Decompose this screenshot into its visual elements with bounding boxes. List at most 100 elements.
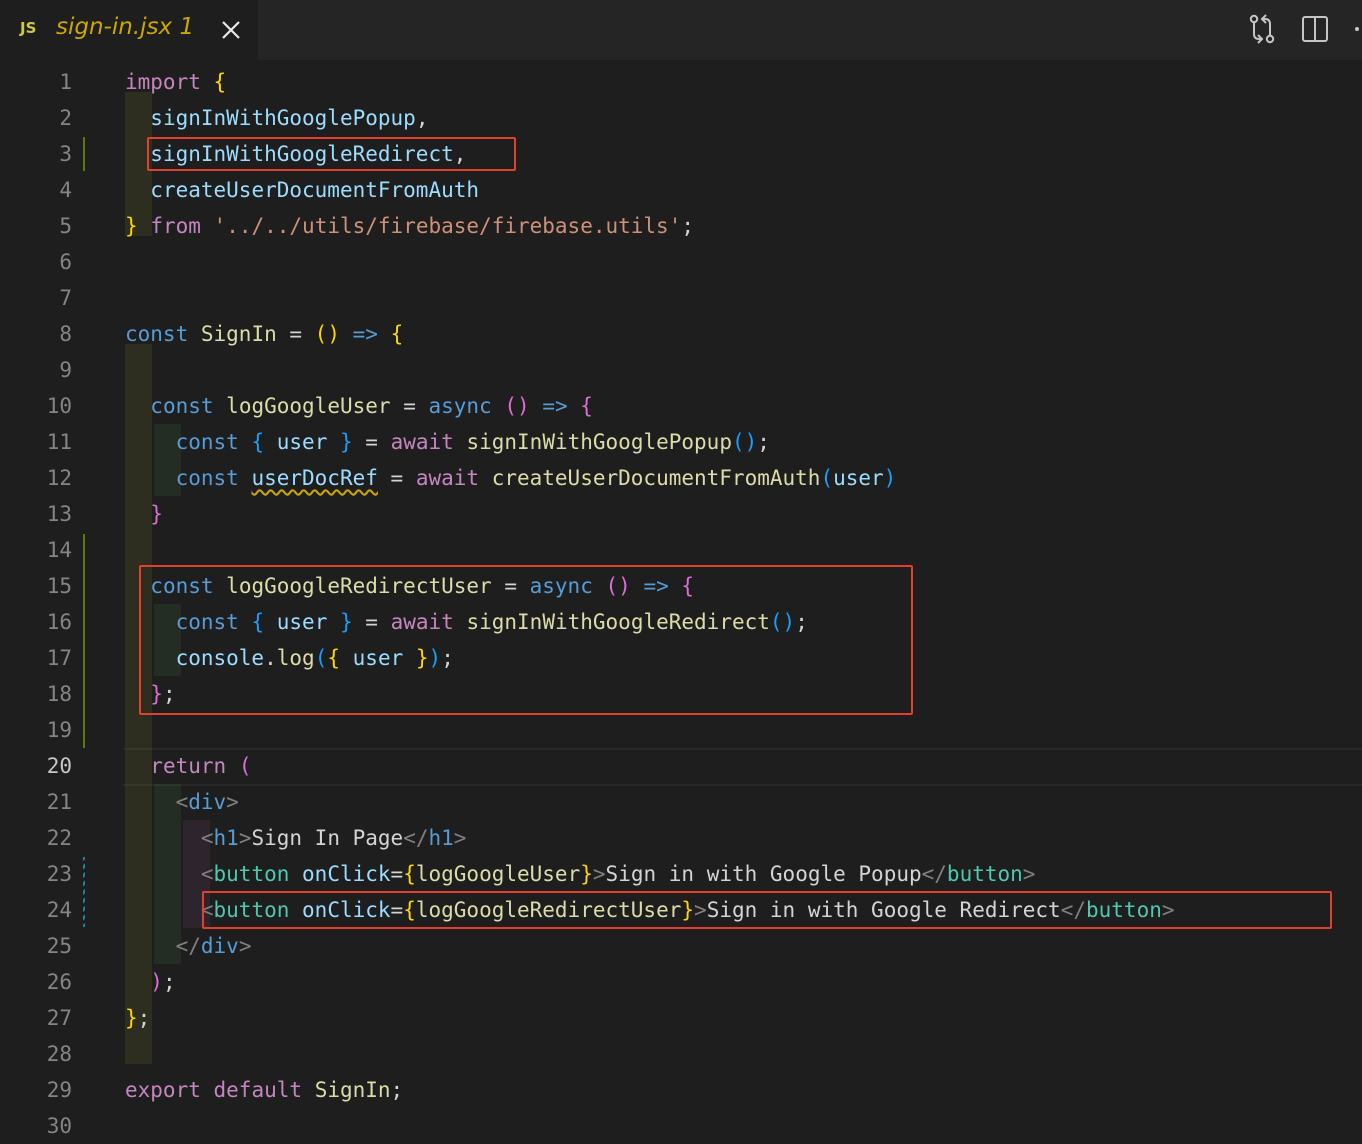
- code-token: {: [213, 70, 227, 94]
- code-line[interactable]: 6: [0, 244, 1362, 280]
- line-number: 2: [59, 106, 72, 130]
- code-token: return: [150, 754, 227, 778]
- code-token: import: [125, 70, 201, 94]
- code-line[interactable]: 2 signInWithGooglePopup,: [0, 100, 1362, 136]
- line-number: 25: [46, 934, 72, 958]
- code-line[interactable]: 4 createUserDocumentFromAuth: [0, 172, 1362, 208]
- code-line[interactable]: 25 </div>: [0, 928, 1362, 964]
- code-token: signInWithGooglePopup: [466, 430, 732, 454]
- code-line[interactable]: 23 <button onClick={logGoogleUser}>Sign …: [0, 856, 1362, 892]
- code-token: SignIn: [200, 322, 277, 346]
- code-line[interactable]: 27};: [0, 1000, 1362, 1036]
- code-line[interactable]: 7: [0, 280, 1362, 316]
- line-number: 3: [59, 142, 72, 166]
- code-text: } from '../../utils/firebase/firebase.ut…: [125, 208, 694, 244]
- line-number: 12: [46, 466, 72, 490]
- tab-sign-in-jsx[interactable]: JS sign-in.jsx 1: [0, 0, 258, 60]
- code-line[interactable]: 30: [0, 1108, 1362, 1144]
- line-number: 20: [46, 754, 72, 778]
- code-token: {: [251, 430, 265, 454]
- code-token: {: [580, 394, 593, 418]
- code-token: ): [883, 466, 897, 490]
- code-token: logGoogleUser: [226, 394, 391, 418]
- code-line[interactable]: 1 import {: [0, 64, 1362, 100]
- code-token: }: [340, 430, 353, 454]
- code-line[interactable]: 9: [0, 352, 1362, 388]
- code-token: h1: [213, 826, 239, 850]
- code-token: Sign in with Google Popup: [605, 862, 922, 886]
- code-line[interactable]: 12 const userDocRef = await createUserDo…: [0, 460, 1362, 496]
- code-token: await: [415, 466, 480, 490]
- code-token: div: [200, 934, 239, 958]
- code-token: <: [200, 862, 214, 886]
- code-token: <: [175, 790, 189, 814]
- tab-filename: sign-in.jsx: [56, 14, 173, 40]
- line-number: 15: [46, 574, 72, 598]
- code-line[interactable]: 8 const SignIn = () => {: [0, 316, 1362, 352]
- line-number: 13: [46, 502, 72, 526]
- line-number: 30: [46, 1114, 72, 1138]
- code-text: createUserDocumentFromAuth: [125, 172, 479, 208]
- code-line[interactable]: 10 const logGoogleUser = async () => {: [0, 388, 1362, 424]
- code-token: >: [592, 862, 606, 886]
- git-compare-icon[interactable]: [1245, 12, 1279, 46]
- code-token: Sign In Page: [251, 826, 404, 850]
- code-line[interactable]: 20 return (: [0, 748, 1362, 784]
- code-token: =>: [352, 322, 378, 346]
- code-editor[interactable]: 1 import {2 signInWithGooglePopup, 3 signI…: [0, 64, 1362, 1138]
- code-line[interactable]: 19: [0, 712, 1362, 748]
- code-line[interactable]: 14: [0, 532, 1362, 568]
- code-token: export: [125, 1078, 201, 1102]
- line-number: 16: [46, 610, 72, 634]
- code-text: <div>: [125, 784, 239, 820]
- code-token: =: [390, 394, 429, 418]
- code-token: '../../utils/firebase/firebase.utils': [213, 214, 682, 238]
- code-token: h1: [428, 826, 454, 850]
- tab-bar: JS sign-in.jsx 1: [0, 0, 1362, 60]
- code-token: div: [188, 790, 227, 814]
- code-token: ;: [757, 430, 770, 454]
- line-number: 23: [46, 862, 72, 886]
- code-line[interactable]: 29 export default SignIn;: [0, 1072, 1362, 1108]
- code-text: </div>: [125, 928, 252, 964]
- code-line[interactable]: 5 } from '../../utils/firebase/firebase.u…: [0, 208, 1362, 244]
- code-token: const: [125, 322, 189, 346]
- split-editor-icon[interactable]: [1298, 12, 1332, 46]
- code-line[interactable]: 21 <div>: [0, 784, 1362, 820]
- code-text: signInWithGooglePopup,: [125, 100, 428, 136]
- code-token: default: [213, 1078, 303, 1102]
- more-actions-icon[interactable]: [1350, 12, 1362, 46]
- line-number: 5: [59, 214, 72, 238]
- code-token: =: [276, 322, 315, 346]
- code-line[interactable]: 26 );: [0, 964, 1362, 1000]
- line-number: 26: [46, 970, 72, 994]
- close-icon[interactable]: [219, 18, 243, 42]
- highlight-box-import: [147, 137, 516, 171]
- code-line[interactable]: 28: [0, 1036, 1362, 1072]
- highlight-box-redirect-function: [139, 565, 913, 715]
- code-text: }: [125, 496, 163, 532]
- code-line[interactable]: 22 <h1>Sign In Page</h1>: [0, 820, 1362, 856]
- code-token: ;: [390, 1078, 404, 1102]
- code-token: const: [175, 466, 239, 490]
- code-token: (: [820, 466, 834, 490]
- code-line[interactable]: 11 const { user } = await signInWithGoog…: [0, 424, 1362, 460]
- code-line[interactable]: 13 }: [0, 496, 1362, 532]
- code-text: const SignIn = () => {: [125, 316, 403, 352]
- code-token: >: [226, 790, 239, 814]
